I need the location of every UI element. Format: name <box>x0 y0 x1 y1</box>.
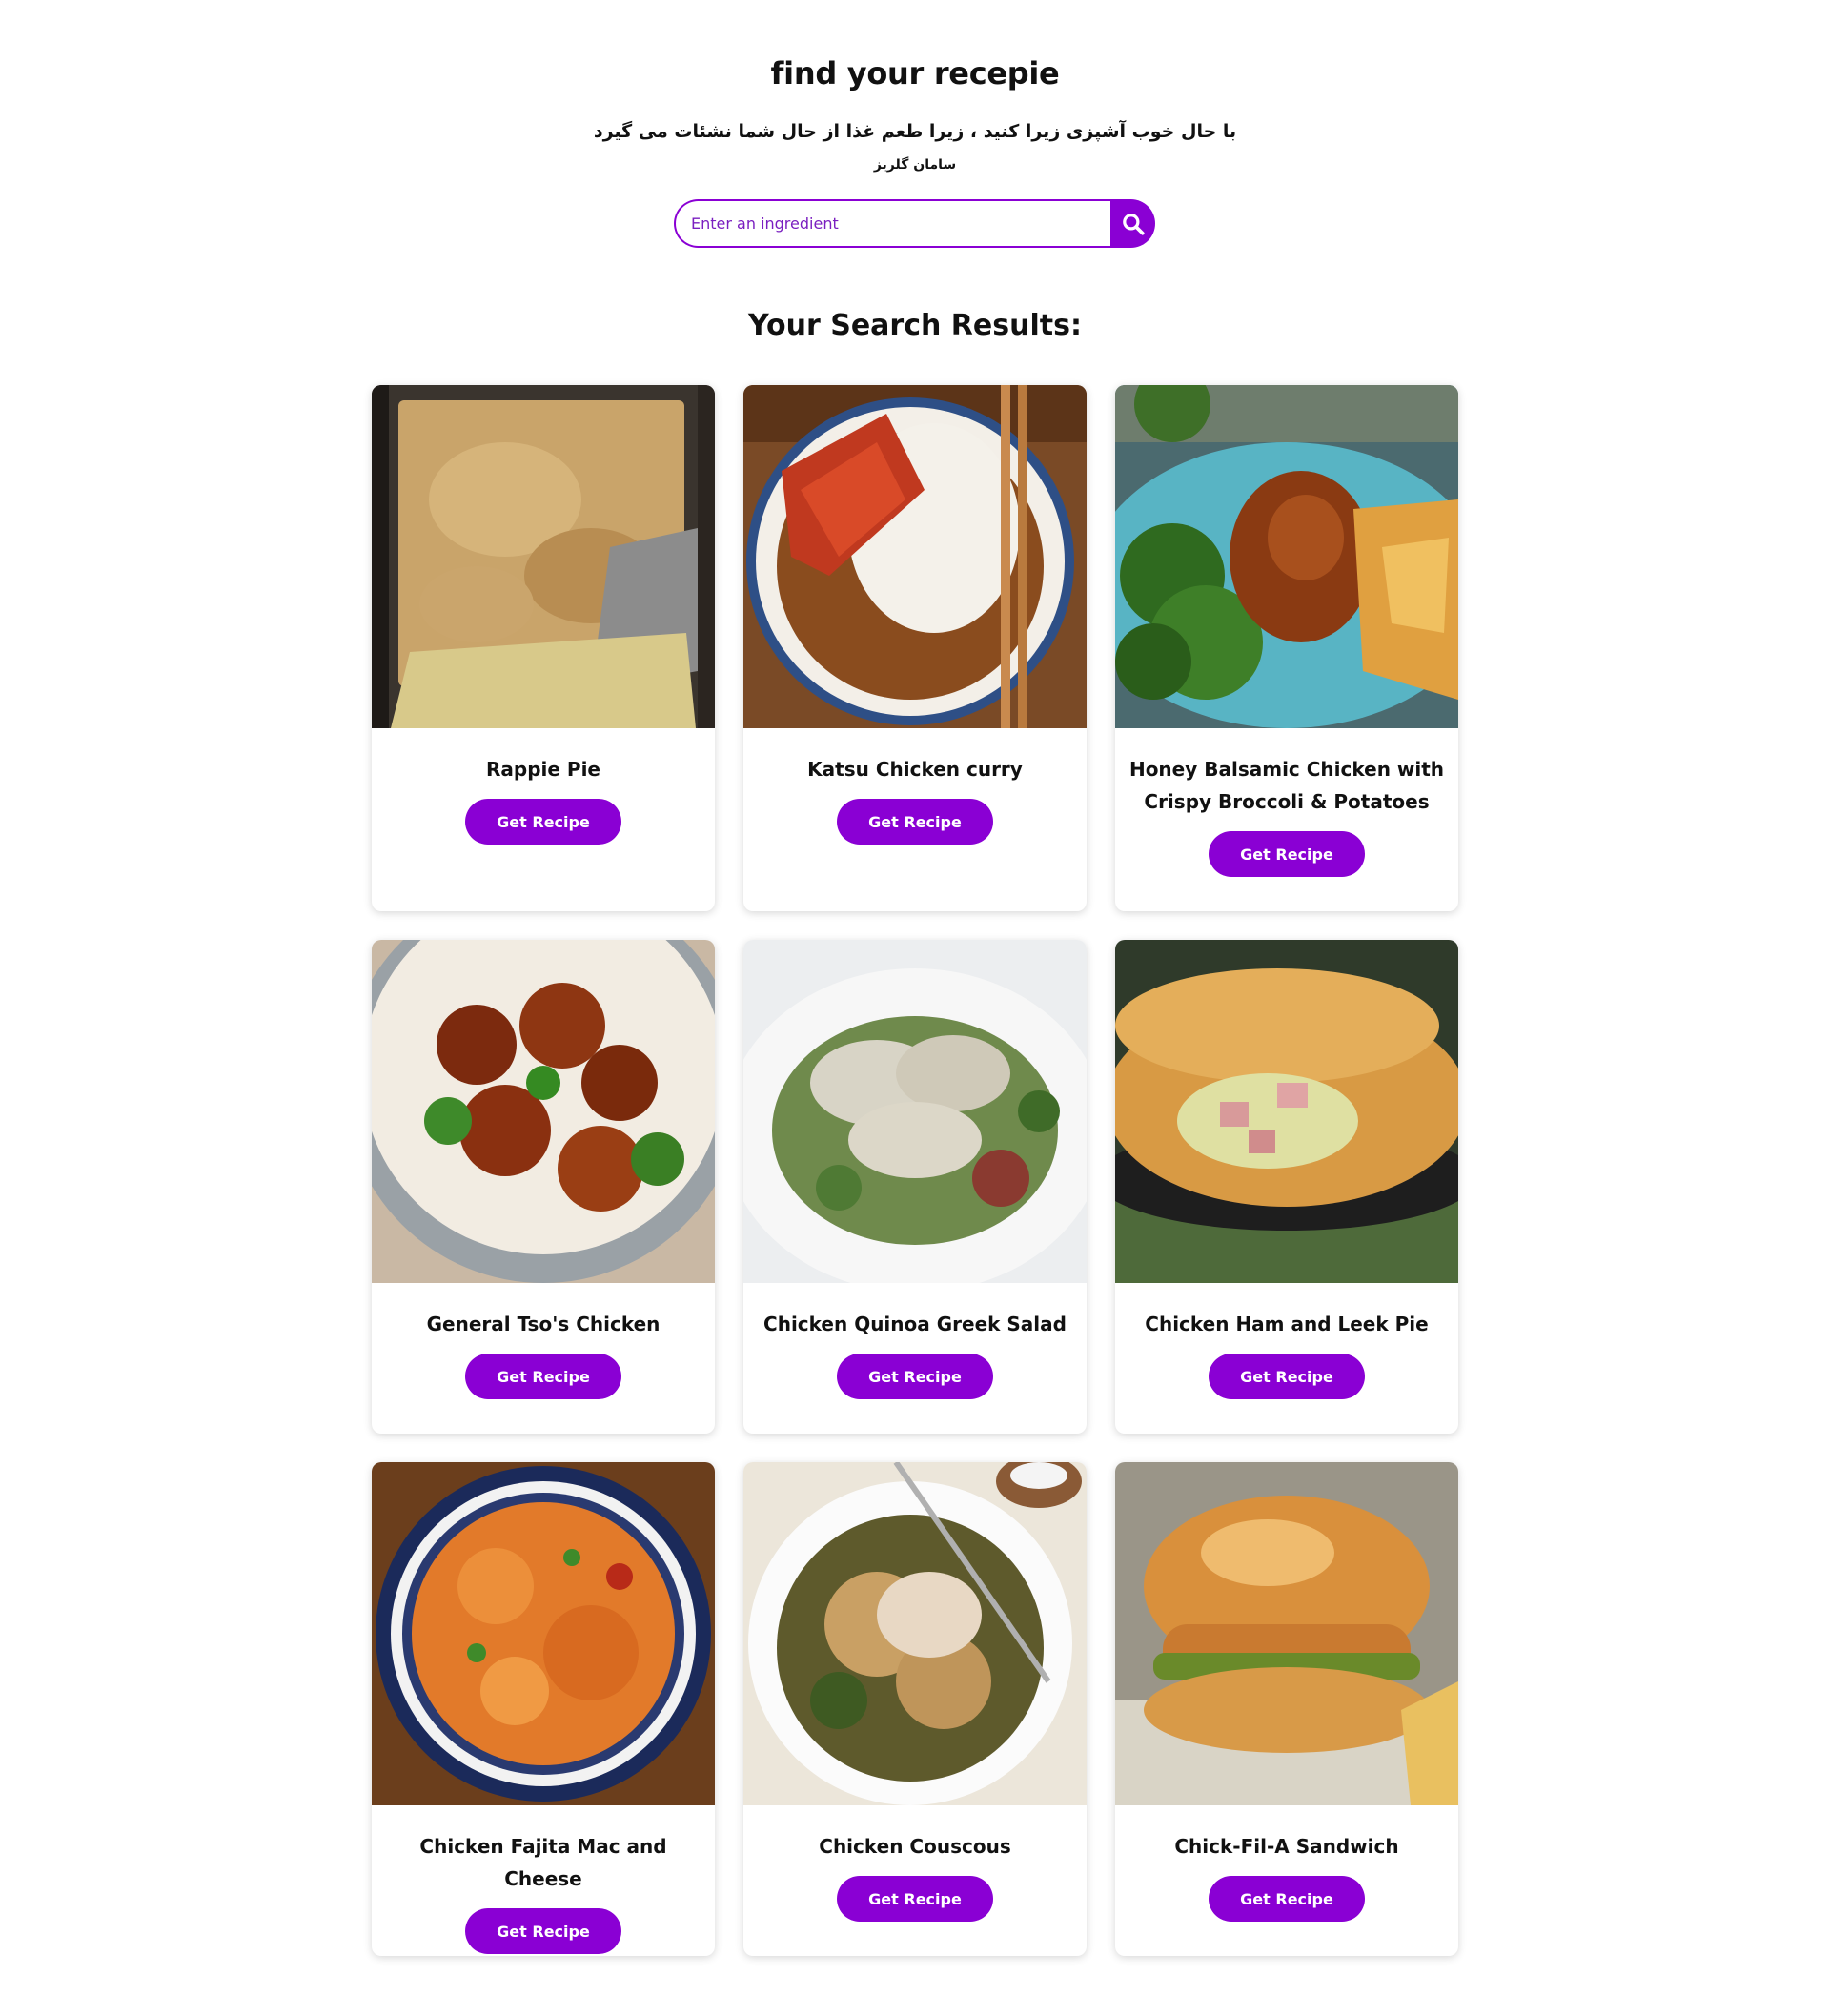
recipe-card: Chicken Quinoa Greek Salad Get Recipe <box>743 940 1087 1434</box>
recipe-card: Chicken Ham and Leek Pie Get Recipe <box>1115 940 1458 1434</box>
get-recipe-button[interactable]: Get Recipe <box>837 799 993 845</box>
recipe-card: Rappie Pie Get Recipe <box>372 385 715 911</box>
results-heading: Your Search Results: <box>748 309 1082 342</box>
chicken-broccoli-potatoes-photo <box>1115 385 1458 728</box>
recipe-card: Chick-Fil-A Sandwich Get Recipe <box>1115 1462 1458 1956</box>
mac-and-cheese-photo <box>372 1462 715 1805</box>
recipe-title: Honey Balsamic Chicken with Crispy Brocc… <box>1128 758 1445 813</box>
recipe-title: Chicken Ham and Leek Pie <box>1145 1313 1429 1335</box>
search-button[interactable] <box>1110 199 1155 248</box>
recipe-card: Chicken Fajita Mac and Cheese Get Recipe <box>372 1462 715 1956</box>
recipe-card: Honey Balsamic Chicken with Crispy Brocc… <box>1115 385 1458 911</box>
couscous-plate-photo <box>743 1462 1087 1805</box>
recipe-title: Chicken Fajita Mac and Cheese <box>419 1835 667 1890</box>
quote-author: سامان گلریز <box>873 157 957 173</box>
recipe-title: Chick-Fil-A Sandwich <box>1174 1835 1399 1858</box>
get-recipe-button[interactable]: Get Recipe <box>465 1354 621 1399</box>
page-title: find your recepie <box>770 55 1060 92</box>
general-tso-bowl-photo <box>372 940 715 1283</box>
chicken-salad-photo <box>743 940 1087 1283</box>
recipe-title: Chicken Couscous <box>819 1835 1011 1858</box>
get-recipe-button[interactable]: Get Recipe <box>465 1908 621 1954</box>
recipe-title: Katsu Chicken curry <box>807 758 1023 781</box>
recipe-card: General Tso's Chicken Get Recipe <box>372 940 715 1434</box>
casserole-photo <box>372 385 715 728</box>
get-recipe-button[interactable]: Get Recipe <box>837 1876 993 1922</box>
recipe-title: Rappie Pie <box>486 758 600 781</box>
pie-skillet-photo <box>1115 940 1458 1283</box>
search-input[interactable] <box>674 199 1110 248</box>
katsu-curry-photo <box>743 385 1087 728</box>
recipe-title: Chicken Quinoa Greek Salad <box>763 1313 1067 1335</box>
get-recipe-button[interactable]: Get Recipe <box>465 799 621 845</box>
get-recipe-button[interactable]: Get Recipe <box>837 1354 993 1399</box>
get-recipe-button[interactable]: Get Recipe <box>1209 1876 1365 1922</box>
recipe-title: General Tso's Chicken <box>426 1313 661 1335</box>
search-bar <box>674 199 1155 248</box>
chicken-sandwich-photo <box>1115 1462 1458 1805</box>
header-quote: با حال خوب آشپزی زیرا کنید ، زیرا طعم غذ… <box>593 121 1237 142</box>
recipe-card: Katsu Chicken curry Get Recipe <box>743 385 1087 911</box>
get-recipe-button[interactable]: Get Recipe <box>1209 831 1365 877</box>
get-recipe-button[interactable]: Get Recipe <box>1209 1354 1365 1399</box>
page: find your recepie با حال خوب آشپزی زیرا … <box>0 0 1830 2016</box>
search-icon <box>1122 213 1145 235</box>
recipe-card: Chicken Couscous Get Recipe <box>743 1462 1087 1956</box>
